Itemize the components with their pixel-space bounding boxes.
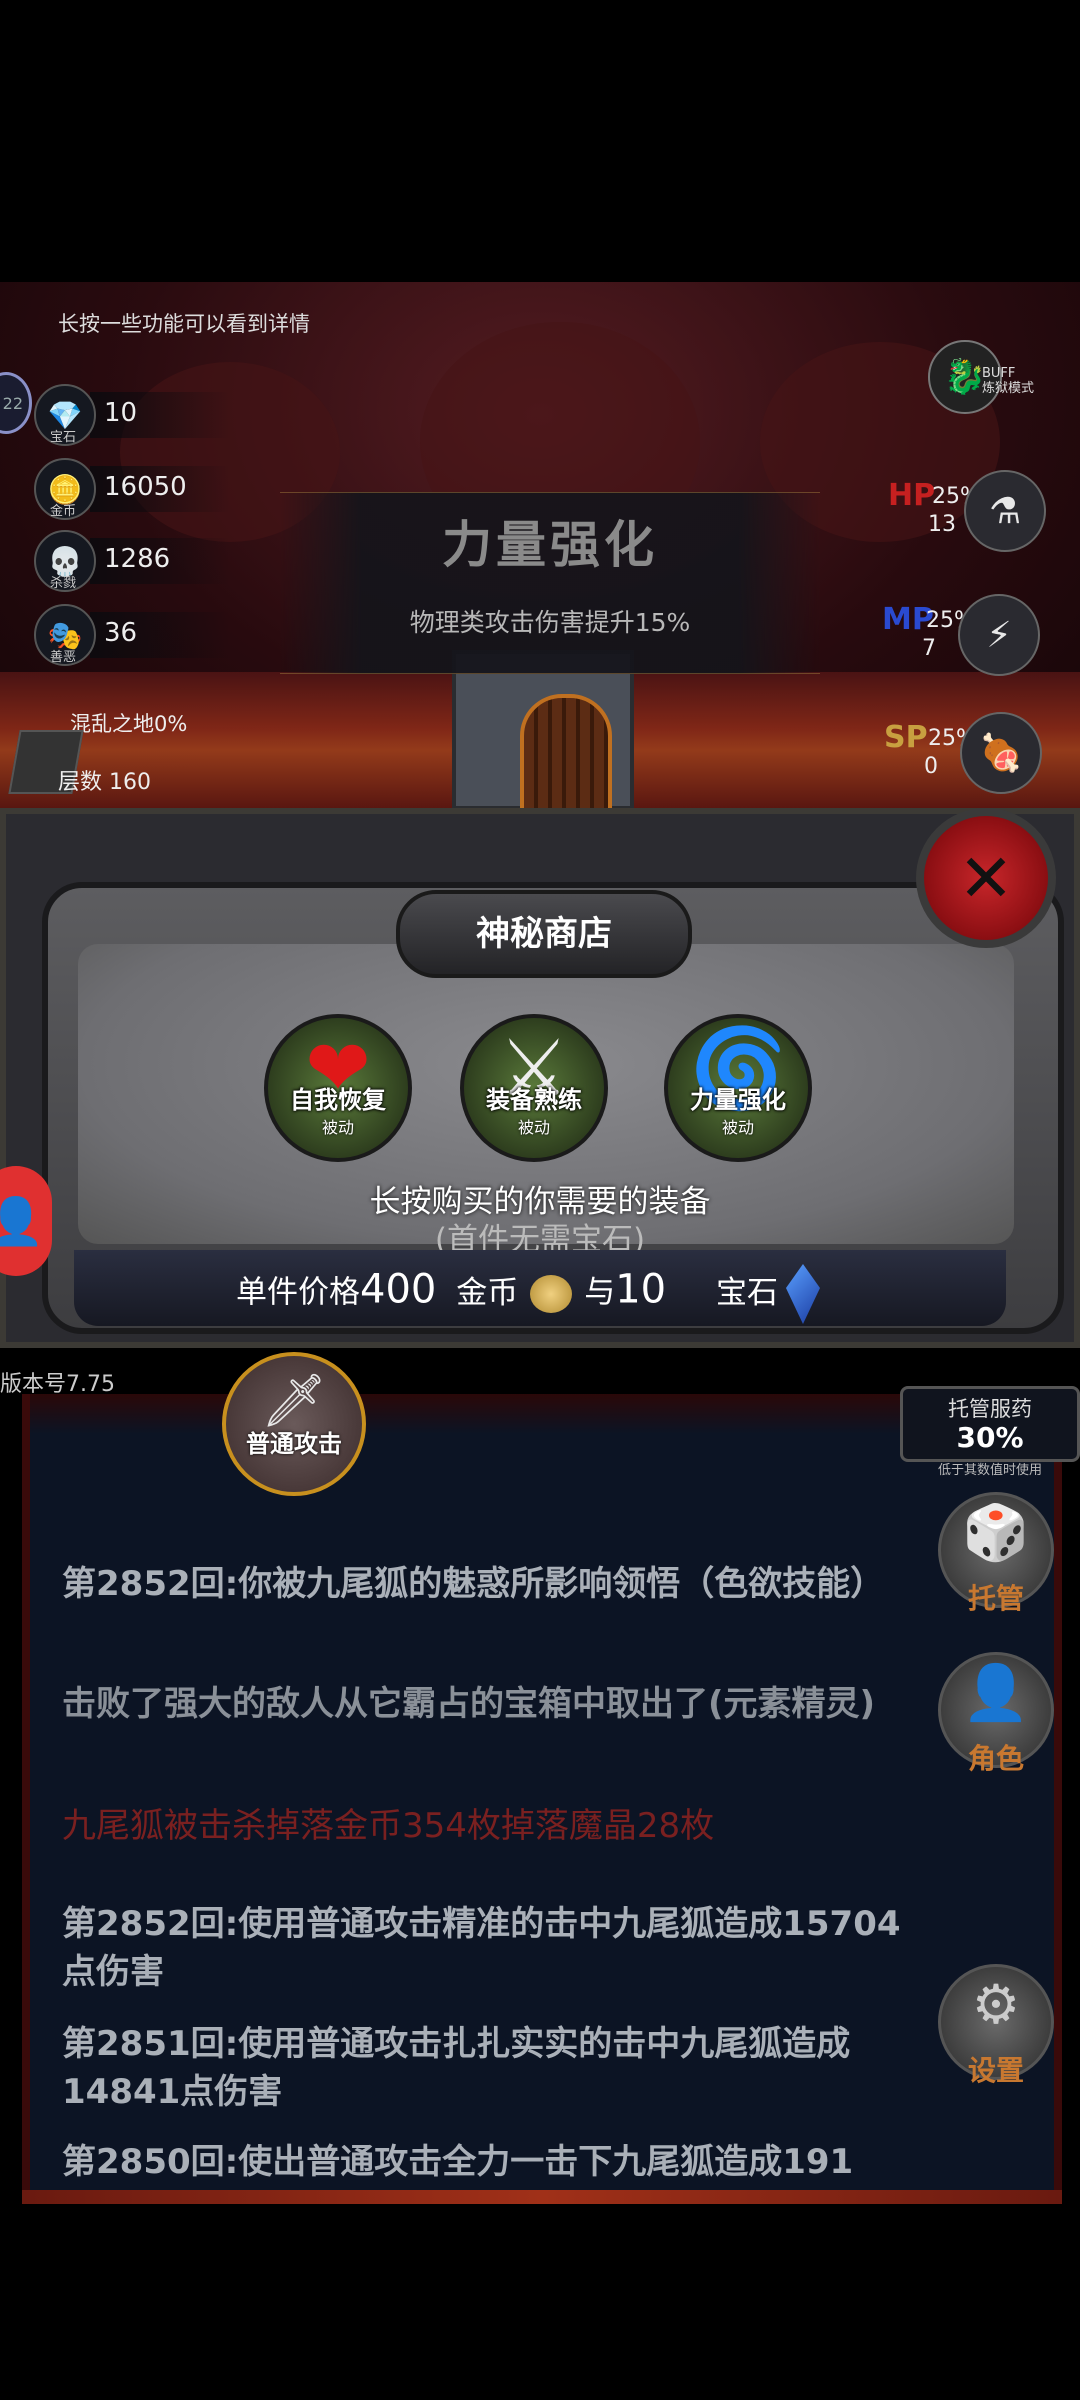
close-button[interactable]: ✕ bbox=[916, 808, 1056, 948]
skill-strength-boost[interactable]: 🌀 力量强化 被动 bbox=[664, 1014, 812, 1162]
log-entry: 第2851回:使用普通攻击扎扎实实的击中九尾狐造成14841点伤害 bbox=[62, 2024, 851, 2112]
hp-potion-icon: ⚗ bbox=[964, 470, 1046, 552]
food-icon: 🍖 bbox=[960, 712, 1042, 794]
hint-text: 长按一些功能可以看到详情 bbox=[58, 312, 310, 336]
skill-tooltip: 力量强化 物理类攻击伤害提升15% bbox=[280, 492, 820, 674]
skill-self-recovery[interactable]: ❤ 自我恢复 被动 bbox=[264, 1014, 412, 1162]
settings-button[interactable]: ⚙ 设置 bbox=[938, 1964, 1054, 2087]
floor-label: 层数 160 bbox=[58, 770, 151, 795]
gem-icon bbox=[785, 1264, 820, 1324]
sp-food[interactable]: SP 25% 0 🍖 bbox=[884, 712, 1064, 794]
log-entry: 第2852回:使用普通攻击精准的击中九尾狐造成15704点伤害 bbox=[62, 1904, 901, 1992]
log-entry: 九尾狐被击杀掉落金币354枚掉落魔晶28枚 bbox=[62, 1806, 715, 1846]
log-entry: 第2850回:使出普通攻击全力一击下九尾狐造成191 bbox=[62, 2142, 854, 2182]
price-info: 单件价格400 金币 与10 宝石 bbox=[236, 1264, 820, 1324]
tooltip-desc: 物理类攻击伤害提升15% bbox=[409, 608, 691, 637]
normal-attack-button[interactable]: 🗡 普通攻击 bbox=[222, 1352, 366, 1496]
mp-potion[interactable]: MP 25% 7 ⚡ bbox=[882, 594, 1062, 676]
log-entry: 击败了强大的敌人从它霸占的宝箱中取出了(元素精灵) bbox=[62, 1684, 876, 1724]
shop-title: 神秘商店 bbox=[396, 890, 692, 978]
gem-count: 10 bbox=[104, 398, 138, 428]
hooded-figure-icon: 👤 bbox=[962, 1661, 1030, 1724]
coin-icon bbox=[530, 1275, 573, 1313]
character-button[interactable]: 👤 角色 bbox=[938, 1652, 1054, 1775]
auto-button[interactable]: 🎲 托管 bbox=[938, 1492, 1054, 1615]
hp-potion[interactable]: HP 25% 13 ⚗ bbox=[888, 470, 1068, 552]
resource-gem[interactable]: 💎 宝石 10 bbox=[30, 384, 330, 446]
price-gold: 400 bbox=[360, 1266, 437, 1313]
mp-potion-icon: ⚡ bbox=[958, 594, 1040, 676]
person-icon: 👤 bbox=[0, 1193, 45, 1248]
skill-equipment-mastery[interactable]: ⚔ 装备熟练 被动 bbox=[460, 1014, 608, 1162]
gear-icon: ⚙ bbox=[971, 1973, 1021, 2036]
buff-mode-button[interactable]: 🐉 BUFF 炼狱模式 bbox=[928, 340, 1048, 420]
price-gem: 10 bbox=[615, 1266, 667, 1313]
close-icon: ✕ bbox=[958, 839, 1014, 917]
gold-count: 16050 bbox=[104, 472, 187, 502]
shop-building bbox=[452, 650, 634, 812]
chaos-land-label: 混乱之地0% bbox=[70, 712, 188, 736]
auto-medicine-toggle[interactable]: 托管服药 30% 低于其数值时使用 bbox=[900, 1386, 1080, 1478]
tooltip-title: 力量强化 bbox=[442, 516, 658, 574]
sword-icon: 🗡 bbox=[260, 1371, 327, 1431]
kill-count: 1286 bbox=[104, 544, 171, 574]
avatar-badge: 22 bbox=[2, 393, 23, 413]
karma-count: 36 bbox=[104, 618, 138, 648]
friend-button[interactable]: 👤 bbox=[0, 1166, 52, 1276]
log-entry: 第2852回:你被九尾狐的魅惑所影响领悟（色欲技能） bbox=[62, 1564, 885, 1604]
bottom-border bbox=[22, 2190, 1062, 2204]
dice-icon: 🎲 bbox=[962, 1501, 1030, 1564]
